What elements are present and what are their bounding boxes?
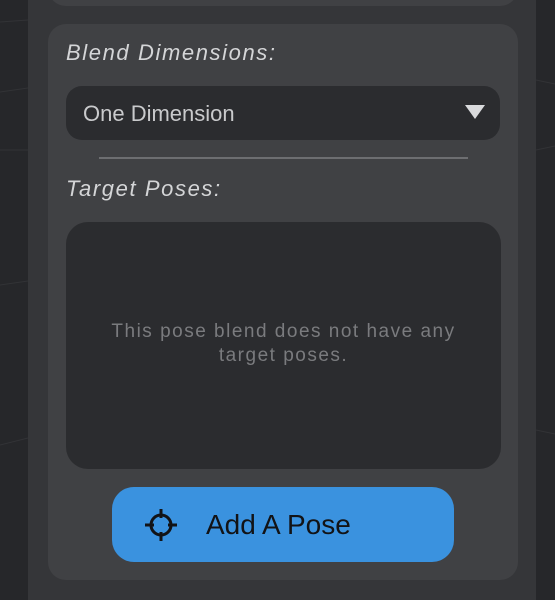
crosshair-target-icon (145, 509, 177, 541)
empty-state-message: This pose blend does not have any target… (111, 321, 456, 366)
blend-dimensions-label: Blend Dimensions: (66, 40, 277, 65)
section-divider (99, 157, 468, 159)
dropdown-selected-value: One Dimension (83, 101, 235, 126)
target-poses-label: Target Poses: (66, 176, 222, 201)
add-pose-button[interactable]: Add A Pose (112, 487, 454, 562)
triangle-down-icon (465, 105, 485, 119)
blend-dimensions-dropdown[interactable]: One Dimension (66, 86, 500, 140)
previous-section-card (48, 0, 518, 6)
add-pose-button-label: Add A Pose (206, 509, 351, 540)
target-poses-list: This pose blend does not have any target… (66, 222, 501, 469)
